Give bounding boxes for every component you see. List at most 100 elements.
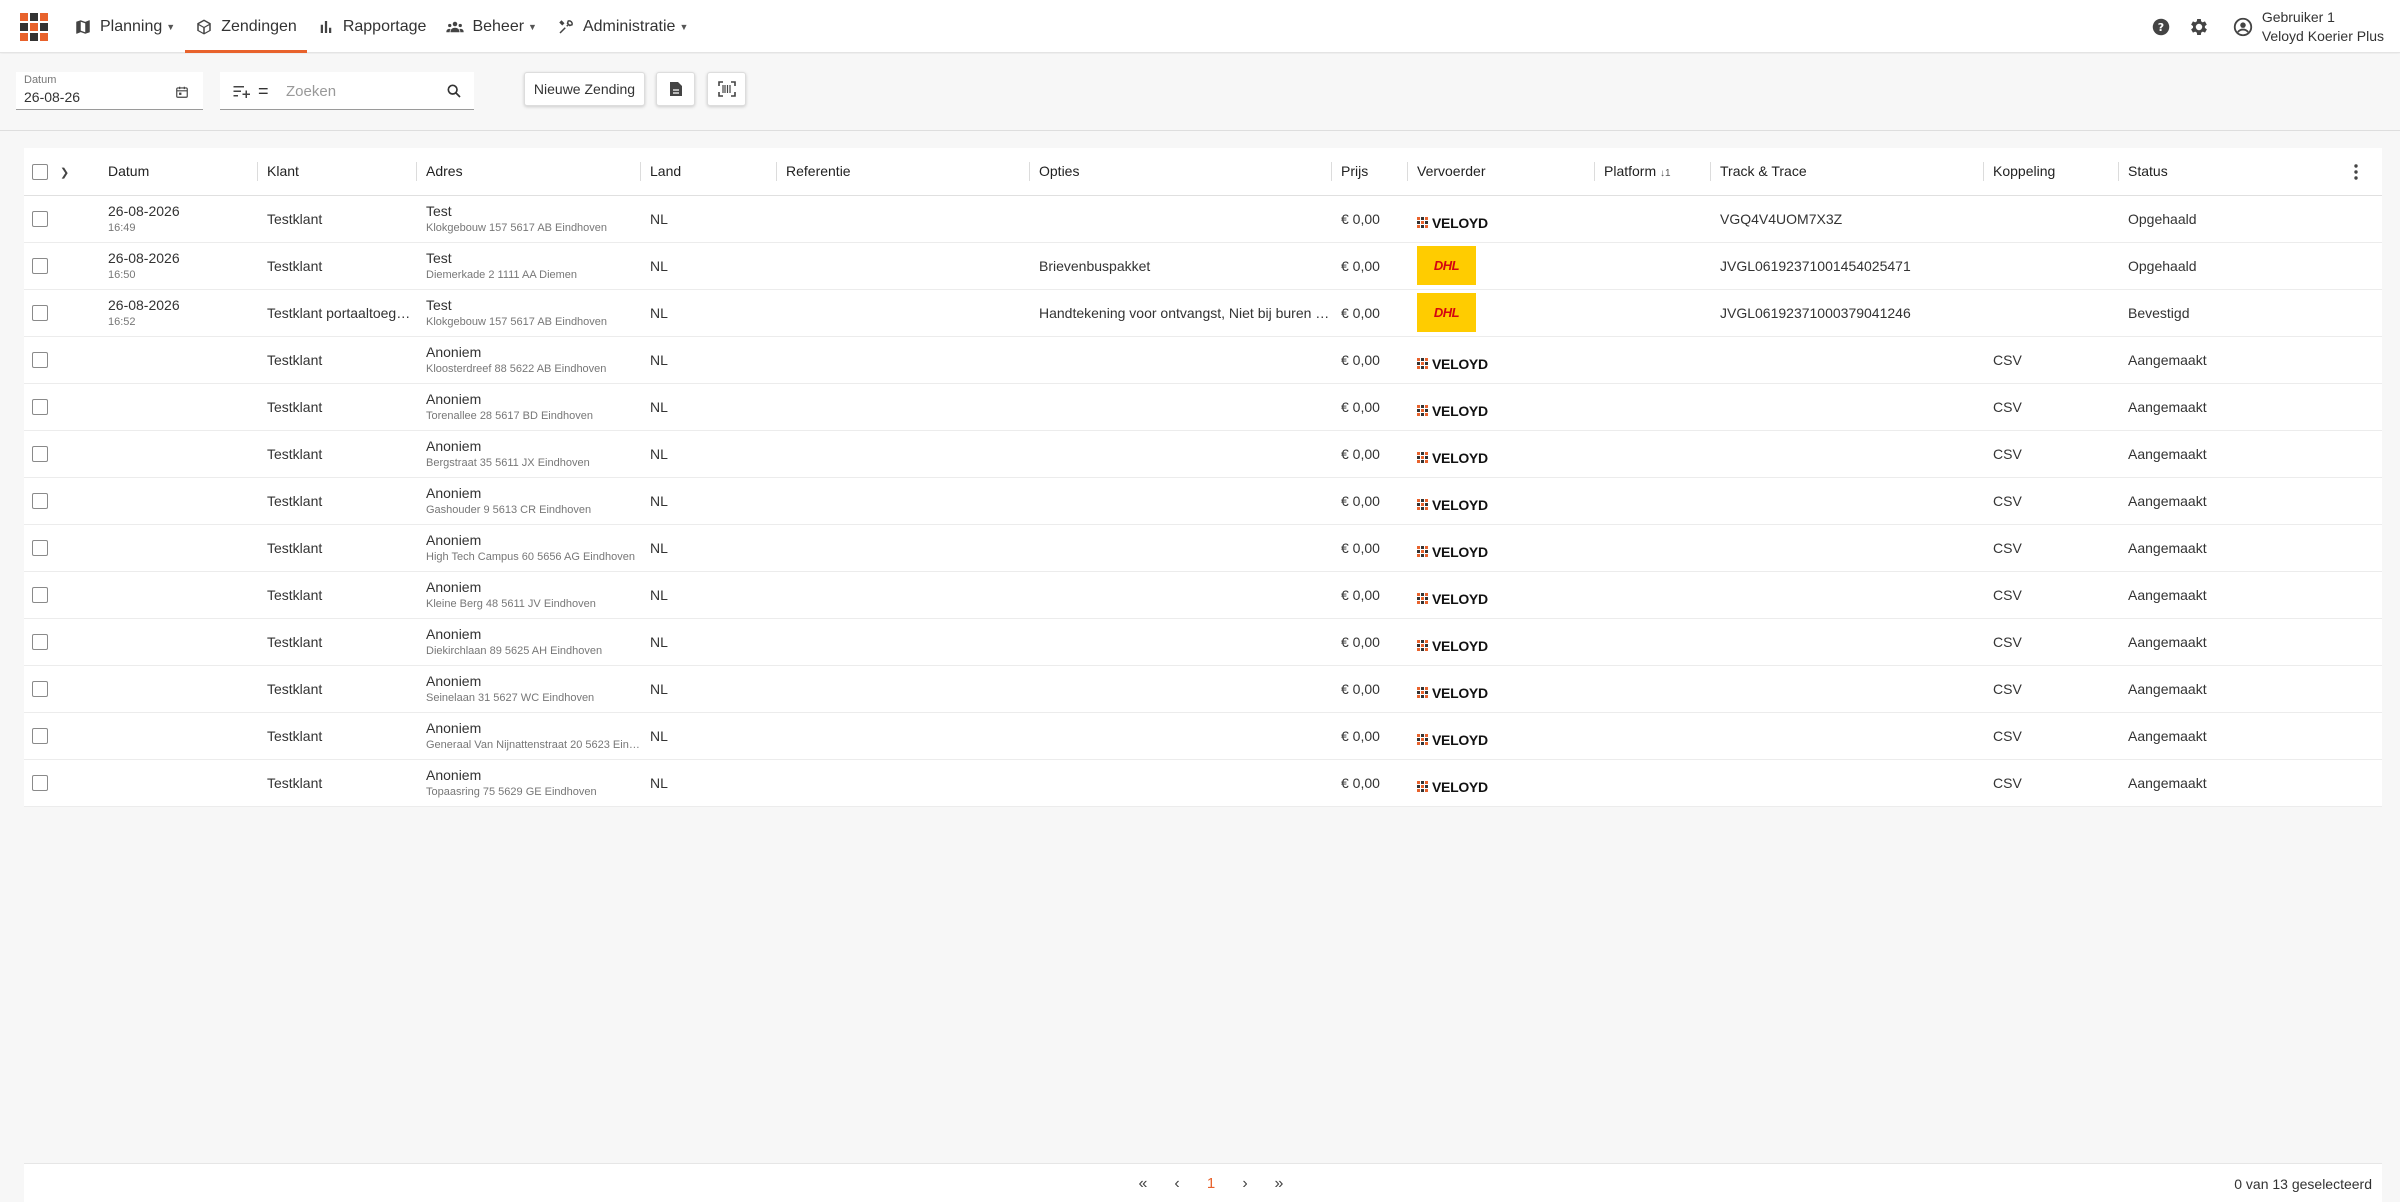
cell-referentie bbox=[776, 477, 1029, 525]
cell-track-trace[interactable] bbox=[1710, 477, 1983, 525]
row-checkbox[interactable] bbox=[32, 634, 48, 651]
row-checkbox[interactable] bbox=[32, 681, 48, 698]
nav-administratie[interactable]: Administratie ▼ bbox=[547, 0, 698, 53]
row-checkbox[interactable] bbox=[32, 258, 48, 275]
user-menu[interactable]: Gebruiker 1 Veloyd Koerier Plus bbox=[2232, 8, 2384, 46]
table-row[interactable]: Testklant Anoniem Kleine Berg 48 5611 JV E… bbox=[24, 571, 2382, 619]
table-row[interactable]: 26-08-2026 16:52 Testklant portaaltoegang T… bbox=[24, 289, 2382, 337]
row-checkbox[interactable] bbox=[32, 211, 48, 228]
chevron-down-icon[interactable]: ❯ bbox=[60, 167, 69, 179]
cell-koppeling: CSV bbox=[1983, 618, 2118, 666]
last-page-button[interactable]: » bbox=[1262, 1175, 1296, 1193]
more-vert-icon[interactable] bbox=[2354, 164, 2358, 180]
cell-track-trace[interactable]: JVGL06192371001454025471 bbox=[1710, 242, 1983, 290]
col-track-trace[interactable]: Track & Trace bbox=[1710, 148, 1983, 196]
current-page[interactable]: 1 bbox=[1194, 1175, 1228, 1192]
first-page-button[interactable]: « bbox=[1126, 1175, 1160, 1193]
cell-track-trace[interactable] bbox=[1710, 618, 1983, 666]
scan-button[interactable] bbox=[707, 72, 746, 106]
col-referentie[interactable]: Referentie bbox=[776, 148, 1029, 196]
row-spacer bbox=[60, 759, 98, 807]
table-row[interactable]: 26-08-2026 16:50 Testklant Test Diemerkade 2… bbox=[24, 242, 2382, 290]
col-adres[interactable]: Adres bbox=[416, 148, 640, 196]
cell-referentie bbox=[776, 242, 1029, 290]
date-value[interactable]: 26-08-26 bbox=[24, 89, 80, 105]
cell-track-trace[interactable] bbox=[1710, 571, 1983, 619]
col-opties[interactable]: Opties bbox=[1029, 148, 1331, 196]
cell-track-trace[interactable] bbox=[1710, 665, 1983, 713]
table-row[interactable]: Testklant Anoniem Bergstraat 35 5611 JX Ei… bbox=[24, 430, 2382, 478]
cell-opties bbox=[1029, 195, 1331, 243]
cell-track-trace[interactable] bbox=[1710, 524, 1983, 572]
cell-status: Aangemaakt bbox=[2118, 759, 2382, 807]
table-row[interactable]: Testklant Anoniem Seinelaan 31 5627 WC Ein… bbox=[24, 665, 2382, 713]
table-row[interactable]: Testklant Anoniem Topaasring 75 5629 GE Ei… bbox=[24, 759, 2382, 807]
row-select-cell bbox=[24, 289, 60, 337]
search-input[interactable] bbox=[286, 80, 436, 102]
row-checkbox[interactable] bbox=[32, 352, 48, 369]
table-row[interactable]: Testklant Anoniem Gashouder 9 5613 CR Eind… bbox=[24, 477, 2382, 525]
row-address: Topaasring 75 5629 GE Eindhoven bbox=[426, 786, 597, 798]
gear-icon[interactable] bbox=[2188, 16, 2210, 38]
nav-zendingen-label: Zendingen bbox=[221, 17, 297, 35]
row-select-cell bbox=[24, 477, 60, 525]
nav-planning[interactable]: Planning ▼ bbox=[64, 0, 185, 53]
row-select-cell bbox=[24, 524, 60, 572]
row-spacer bbox=[60, 336, 98, 384]
col-datum[interactable]: Datum bbox=[98, 148, 257, 196]
col-koppeling[interactable]: Koppeling bbox=[1983, 148, 2118, 196]
cell-track-trace[interactable] bbox=[1710, 712, 1983, 760]
cell-track-trace[interactable]: JVGL06192371000379041246 bbox=[1710, 289, 1983, 337]
row-checkbox[interactable] bbox=[32, 399, 48, 416]
chevron-down-icon: ▼ bbox=[166, 21, 176, 32]
row-checkbox[interactable] bbox=[32, 587, 48, 604]
search-field: = bbox=[220, 72, 474, 110]
col-vervoerder[interactable]: Vervoerder bbox=[1407, 148, 1594, 196]
row-address-name: Test bbox=[426, 250, 452, 266]
cell-prijs: € 0,00 bbox=[1331, 383, 1407, 431]
table-row[interactable]: Testklant Anoniem Torenallee 28 5617 BD Ei… bbox=[24, 383, 2382, 431]
col-prijs[interactable]: Prijs bbox=[1331, 148, 1407, 196]
filter-operator[interactable]: = bbox=[258, 81, 269, 102]
table-row[interactable]: 26-08-2026 16:49 Testklant Test Klokgebouw 1… bbox=[24, 195, 2382, 243]
help-icon[interactable]: ? bbox=[2150, 16, 2172, 38]
next-page-button[interactable]: › bbox=[1228, 1175, 1262, 1193]
document-button[interactable] bbox=[656, 72, 695, 106]
table-row[interactable]: Testklant Anoniem High Tech Campus 60 5656… bbox=[24, 524, 2382, 572]
col-klant[interactable]: Klant bbox=[257, 148, 416, 196]
table-row[interactable]: Testklant Anoniem Generaal Van Nijnattenst… bbox=[24, 712, 2382, 760]
row-checkbox[interactable] bbox=[32, 305, 48, 322]
filter-add-icon[interactable] bbox=[232, 84, 250, 100]
table-row[interactable]: Testklant Anoniem Kloosterdreef 88 5622 AB… bbox=[24, 336, 2382, 384]
date-field[interactable]: Datum 26-08-26 bbox=[16, 72, 203, 110]
group-icon bbox=[446, 21, 465, 32]
nav-zendingen[interactable]: Zendingen bbox=[185, 0, 307, 53]
nav-beheer[interactable]: Beheer ▼ bbox=[436, 0, 547, 53]
nav-rapportage[interactable]: Rapportage bbox=[307, 0, 437, 53]
cell-track-trace[interactable]: VGQ4V4UOM7X3Z bbox=[1710, 195, 1983, 243]
cell-track-trace[interactable] bbox=[1710, 759, 1983, 807]
row-spacer bbox=[60, 195, 98, 243]
row-checkbox[interactable] bbox=[32, 728, 48, 745]
table-row[interactable]: Testklant Anoniem Diekirchlaan 89 5625 AH … bbox=[24, 618, 2382, 666]
cell-platform bbox=[1594, 524, 1710, 572]
row-checkbox[interactable] bbox=[32, 540, 48, 557]
row-checkbox[interactable] bbox=[32, 775, 48, 792]
new-shipment-button[interactable]: Nieuwe Zending bbox=[524, 72, 645, 106]
app-logo-icon[interactable] bbox=[20, 13, 48, 41]
col-status[interactable]: Status bbox=[2118, 148, 2382, 196]
veloyd-logo: VELOYD bbox=[1417, 544, 1488, 560]
cell-track-trace[interactable] bbox=[1710, 430, 1983, 478]
cell-referentie bbox=[776, 383, 1029, 431]
select-all-checkbox[interactable] bbox=[32, 163, 48, 180]
search-icon[interactable] bbox=[446, 83, 462, 99]
cell-track-trace[interactable] bbox=[1710, 336, 1983, 384]
col-platform[interactable]: Platform ↓1 bbox=[1594, 148, 1710, 196]
prev-page-button[interactable]: ‹ bbox=[1160, 1175, 1194, 1193]
calendar-icon[interactable] bbox=[175, 85, 189, 99]
cell-track-trace[interactable] bbox=[1710, 383, 1983, 431]
row-checkbox[interactable] bbox=[32, 493, 48, 510]
row-checkbox[interactable] bbox=[32, 446, 48, 463]
col-land[interactable]: Land bbox=[640, 148, 776, 196]
row-address: Kleine Berg 48 5611 JV Eindhoven bbox=[426, 598, 596, 610]
